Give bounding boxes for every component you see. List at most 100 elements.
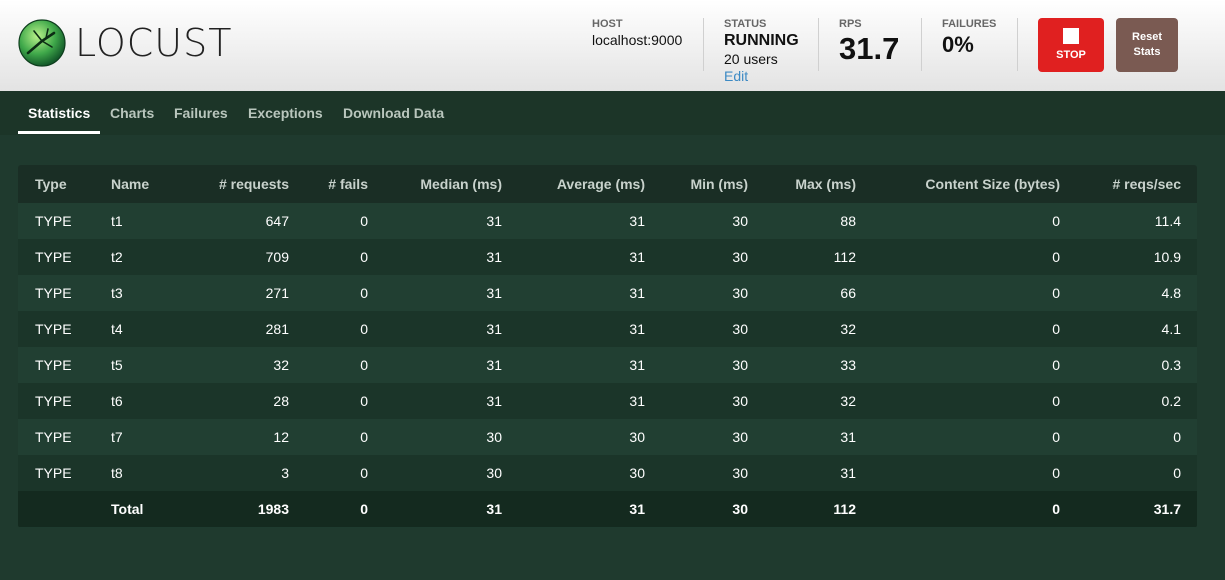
row-spacer xyxy=(1181,419,1197,455)
column-header[interactable]: # fails xyxy=(289,165,368,203)
table-cell: 31.7 xyxy=(1153,501,1181,517)
tab-failures[interactable]: Failures xyxy=(174,91,228,135)
table-cell: 0 xyxy=(360,501,368,517)
table-row: TYPE t4 281 0 31 31 30 32 0 4.1 xyxy=(18,311,1197,347)
locust-logo-icon xyxy=(18,19,66,67)
table-cell: 0 xyxy=(360,429,368,445)
table-cell: t4 xyxy=(111,321,123,337)
column-header[interactable]: Name xyxy=(111,165,196,203)
tab-exceptions[interactable]: Exceptions xyxy=(248,91,323,135)
tab-bar: Statistics Charts Failures Exceptions Do… xyxy=(0,91,1225,135)
table-cell: 0 xyxy=(1173,465,1181,481)
locust-logo: LOCUST xyxy=(18,19,232,67)
table-cell: 31 xyxy=(486,249,502,265)
reset-label: Reset xyxy=(1132,31,1162,43)
table-cell: 30 xyxy=(486,465,502,481)
table-cell: t5 xyxy=(111,357,123,373)
table-cell: 0 xyxy=(360,249,368,265)
table-cell: 0 xyxy=(1052,321,1060,337)
table-cell: 30 xyxy=(629,429,645,445)
table-cell: 30 xyxy=(732,429,748,445)
table-cell: 31 xyxy=(629,321,645,337)
tab-statistics[interactable]: Statistics xyxy=(17,91,101,135)
table-cell: 33 xyxy=(840,357,856,373)
table-cell: 66 xyxy=(840,285,856,301)
table-cell: 30 xyxy=(732,357,748,373)
failures-label: FAILURES xyxy=(942,18,997,30)
table-cell: 0 xyxy=(360,393,368,409)
tab-download-data[interactable]: Download Data xyxy=(343,91,444,135)
table-cell: 0 xyxy=(360,285,368,301)
table-cell: TYPE xyxy=(35,429,72,445)
column-spacer xyxy=(1181,165,1197,203)
table-cell: 30 xyxy=(732,285,748,301)
table-cell: 0 xyxy=(1052,429,1060,445)
header-bar: LOCUST HOST localhost:9000 STATUS RUNNIN… xyxy=(0,0,1225,91)
logo-text: LOCUST xyxy=(75,21,233,65)
table-cell: t8 xyxy=(111,465,123,481)
user-count: 20 users xyxy=(724,51,778,67)
table-cell: 31 xyxy=(486,285,502,301)
column-header[interactable]: # reqs/sec xyxy=(1060,165,1182,203)
stop-button[interactable]: STOP xyxy=(1038,18,1104,72)
table-cell: 0 xyxy=(1052,357,1060,373)
table-cell: 0 xyxy=(360,465,368,481)
table-cell: 30 xyxy=(732,465,748,481)
table-cell: 11.4 xyxy=(1154,213,1181,229)
table-cell: TYPE xyxy=(35,321,72,337)
table-cell: TYPE xyxy=(35,393,72,409)
column-header[interactable]: Max (ms) xyxy=(748,165,856,203)
divider xyxy=(703,18,704,71)
table-cell: 31 xyxy=(629,501,645,517)
table-cell: 30 xyxy=(486,429,502,445)
tab-charts[interactable]: Charts xyxy=(110,91,154,135)
column-header[interactable]: # requests xyxy=(196,165,289,203)
rps-label: RPS xyxy=(839,18,862,30)
table-row: TYPE t6 28 0 31 31 30 32 0 0.2 xyxy=(18,383,1197,419)
table-cell: 30 xyxy=(732,213,748,229)
table-cell: TYPE xyxy=(35,285,72,301)
table-cell: t3 xyxy=(111,285,123,301)
statistics-panel: Type Name # requests # fails Median (ms)… xyxy=(18,165,1197,528)
table-cell: 0 xyxy=(360,213,368,229)
table-cell: 30 xyxy=(732,321,748,337)
table-cell: 0 xyxy=(1052,393,1060,409)
table-header-row: Type Name # requests # fails Median (ms)… xyxy=(18,165,1197,203)
reset-stats-button[interactable]: Reset Stats xyxy=(1116,18,1178,72)
failures-value: 0% xyxy=(942,32,974,57)
host-value: localhost:9000 xyxy=(592,32,683,48)
table-cell: 31 xyxy=(486,357,502,373)
column-header[interactable]: Min (ms) xyxy=(645,165,748,203)
table-cell: t1 xyxy=(111,213,123,229)
table-cell: 31 xyxy=(629,357,645,373)
row-spacer xyxy=(1181,275,1197,311)
table-cell: t7 xyxy=(111,429,123,445)
table-cell: 12 xyxy=(273,429,289,445)
table-cell: 112 xyxy=(833,501,856,517)
status-label: STATUS xyxy=(724,18,767,30)
row-spacer xyxy=(1181,347,1197,383)
table-cell: t2 xyxy=(111,249,123,265)
table-cell: 112 xyxy=(833,249,856,265)
column-header[interactable]: Average (ms) xyxy=(502,165,645,203)
table-row: TYPE t3 271 0 31 31 30 66 0 4.8 xyxy=(18,275,1197,311)
table-row: TYPE t5 32 0 31 31 30 33 0 0.3 xyxy=(18,347,1197,383)
host-label: HOST xyxy=(592,18,623,30)
edit-link[interactable]: Edit xyxy=(724,68,799,84)
divider xyxy=(1017,18,1018,71)
column-header[interactable]: Content Size (bytes) xyxy=(856,165,1060,203)
row-spacer xyxy=(1181,383,1197,419)
column-header[interactable]: Median (ms) xyxy=(368,165,502,203)
table-cell: 32 xyxy=(273,357,289,373)
table-cell: 3 xyxy=(281,465,289,481)
table-row: TYPE t2 709 0 31 31 30 112 0 10.9 xyxy=(18,239,1197,275)
table-cell: 10.9 xyxy=(1153,249,1181,265)
table-cell: TYPE xyxy=(35,465,72,481)
table-cell: 31 xyxy=(486,213,502,229)
table-cell: 271 xyxy=(265,285,289,301)
table-cell: 31 xyxy=(629,285,645,301)
table-cell: 30 xyxy=(732,393,748,409)
table-cell: 31 xyxy=(486,393,502,409)
table-cell: 30 xyxy=(629,465,645,481)
column-header[interactable]: Type xyxy=(18,165,111,203)
